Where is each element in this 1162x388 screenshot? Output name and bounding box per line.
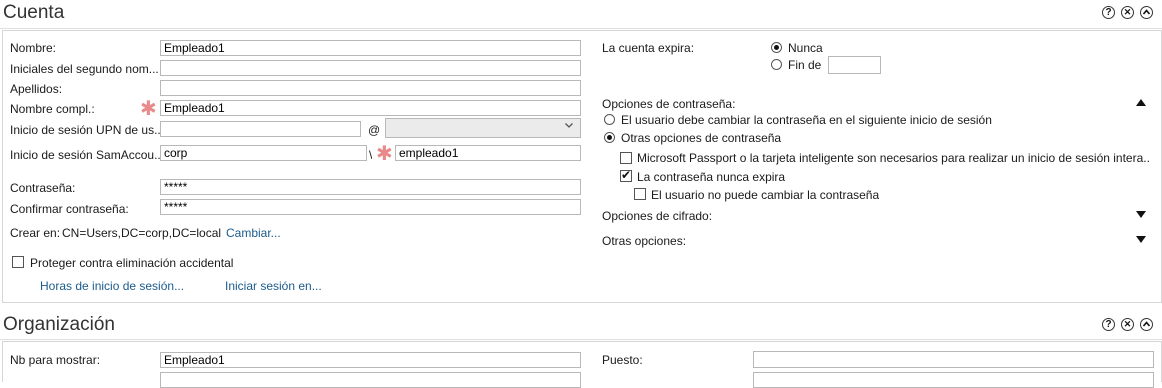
- apellidos-label: Apellidos:: [10, 82, 63, 96]
- help-icon[interactable]: ?: [1102, 318, 1115, 331]
- upn-at-sign: @: [368, 123, 381, 137]
- nunca-label: Nunca: [788, 41, 823, 55]
- puesto-label: Puesto:: [602, 353, 643, 367]
- help-icon[interactable]: ?: [1102, 6, 1115, 19]
- section-title-organizacion: Organización: [3, 314, 115, 335]
- expand-arrow-icon[interactable]: [1136, 211, 1146, 218]
- nunca-radio[interactable]: [771, 42, 782, 53]
- iniciales-input[interactable]: [160, 60, 581, 76]
- crear-en-label: Crear en:: [10, 226, 61, 240]
- never-expires-checkbox[interactable]: ✔: [620, 168, 632, 182]
- upn-label: Inicio de sesión UPN de us...: [10, 123, 160, 137]
- apellidos-input[interactable]: [160, 80, 581, 96]
- pwd-other-label: Otras opciones de contraseña: [621, 131, 782, 145]
- collapse-icon[interactable]: [1140, 6, 1153, 19]
- password-label: Contraseña:: [10, 181, 76, 195]
- upn-domain-select[interactable]: [385, 118, 581, 138]
- chevron-down-icon: [564, 120, 574, 133]
- opciones-cifrado-label: Opciones de cifrado:: [602, 209, 713, 223]
- crear-en-value: CN=Users,DC=corp,DC=local: [62, 226, 222, 240]
- cuenta-expira-label: La cuenta expira:: [602, 41, 695, 55]
- nombre-label: Nombre:: [10, 41, 57, 55]
- next-field-input[interactable]: [753, 372, 1154, 388]
- close-icon[interactable]: ✕: [1121, 318, 1134, 331]
- iniciales-label: Iniciales del segundo nom...: [10, 62, 158, 76]
- required-icon: ✱: [376, 143, 393, 165]
- collapse-icon[interactable]: [1140, 318, 1153, 331]
- horas-inicio-sesion-link[interactable]: Horas de inicio de sesión...: [40, 279, 184, 293]
- never-expires-label: La contraseña nunca expira: [637, 170, 786, 184]
- confirm-password-label: Confirmar contraseña:: [10, 202, 129, 216]
- proteger-label: Proteger contra eliminación accidental: [30, 256, 234, 270]
- cambiar-link[interactable]: Cambiar...: [226, 226, 281, 240]
- checkmark-icon: ✔: [621, 168, 632, 182]
- pwd-other-radio[interactable]: [604, 132, 615, 143]
- sam-label: Inicio de sesión SamAccou...: [10, 148, 160, 162]
- nb-mostrar-input[interactable]: Empleado1: [160, 352, 581, 368]
- fin-de-label: Fin de: [788, 58, 822, 72]
- pwd-change-radio[interactable]: [604, 114, 615, 125]
- password-input[interactable]: *****: [160, 179, 581, 195]
- upn-input[interactable]: [160, 121, 361, 137]
- proteger-checkbox[interactable]: [12, 256, 24, 268]
- cannot-change-label: El usuario no puede cambiar la contraseñ…: [651, 188, 880, 202]
- confirm-password-input[interactable]: *****: [160, 199, 581, 215]
- sam-separator: \: [369, 148, 373, 162]
- cannot-change-checkbox[interactable]: [634, 188, 646, 200]
- nb-mostrar-label: Nb para mostrar:: [10, 353, 101, 367]
- nombre-compl-input[interactable]: Empleado1: [160, 100, 581, 116]
- puesto-input[interactable]: [753, 351, 1154, 368]
- passport-label: Microsoft Passport o la tarjeta intelige…: [637, 151, 1149, 165]
- organizacion-header: Organización ? ✕: [0, 311, 1162, 340]
- sam-domain-input[interactable]: corp: [160, 145, 367, 161]
- iniciar-sesion-en-link[interactable]: Iniciar sesión en...: [225, 279, 322, 293]
- nombre-input[interactable]: Empleado1: [160, 40, 581, 56]
- opciones-contrasena-label: Opciones de contraseña:: [602, 97, 736, 111]
- passport-checkbox[interactable]: [620, 152, 632, 164]
- section-title-cuenta: Cuenta: [3, 2, 65, 23]
- collapse-arrow-icon[interactable]: [1136, 99, 1146, 106]
- close-icon[interactable]: ✕: [1121, 6, 1134, 19]
- next-field-input[interactable]: [160, 372, 581, 388]
- nombre-compl-label: Nombre compl.:: [10, 102, 95, 116]
- otras-opciones-label: Otras opciones:: [602, 234, 687, 248]
- fin-de-input[interactable]: [828, 56, 881, 74]
- expand-arrow-icon[interactable]: [1136, 236, 1146, 243]
- cuenta-header: Cuenta ? ✕: [0, 0, 1162, 29]
- sam-user-input[interactable]: empleado1: [395, 145, 581, 161]
- fin-de-radio[interactable]: [771, 59, 782, 70]
- required-icon: ✱: [140, 98, 157, 120]
- pwd-change-label: El usuario debe cambiar la contraseña en…: [621, 113, 992, 127]
